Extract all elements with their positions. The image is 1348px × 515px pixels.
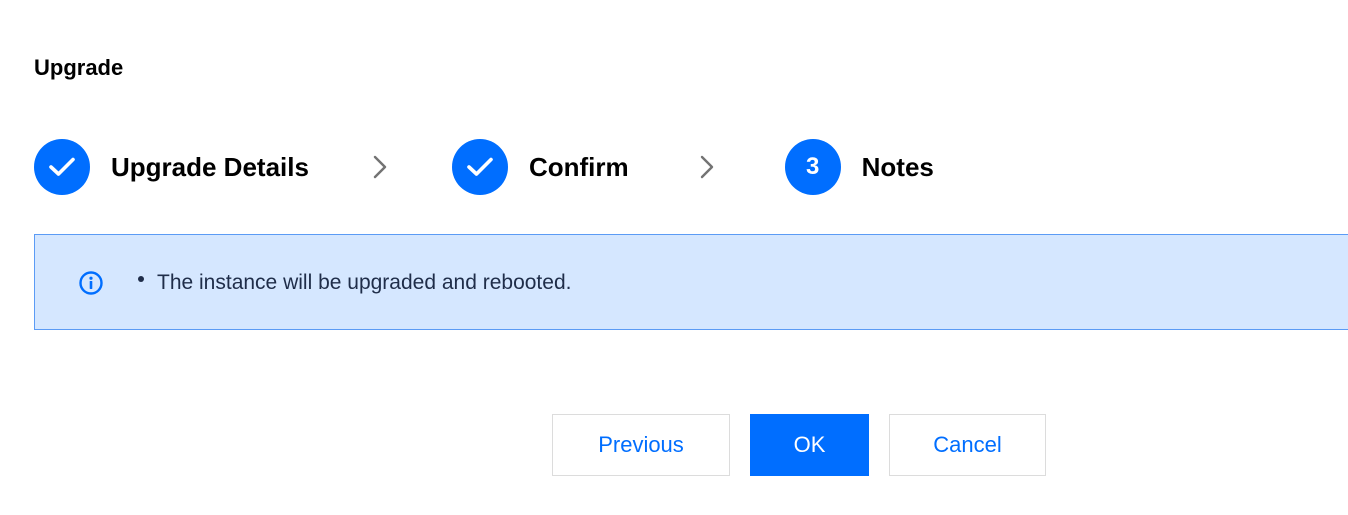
step-2-badge bbox=[451, 139, 508, 195]
step-notes: 3 Notes bbox=[784, 139, 934, 195]
dialog-footer: Previous OK Cancel bbox=[0, 414, 1348, 476]
step-3-badge: 3 bbox=[784, 139, 841, 195]
dialog-title: Upgrade bbox=[34, 55, 124, 80]
ok-button[interactable]: OK bbox=[750, 414, 869, 476]
step-upgrade-details: Upgrade Details bbox=[34, 139, 309, 195]
check-icon bbox=[49, 157, 75, 176]
chevron-right-icon bbox=[309, 155, 452, 179]
previous-button[interactable]: Previous bbox=[552, 414, 730, 476]
steps-progress: Upgrade Details Confirm 3 Notes bbox=[34, 139, 934, 195]
step-label: Upgrade Details bbox=[111, 151, 309, 182]
check-icon bbox=[467, 157, 493, 176]
chevron-right-icon bbox=[629, 155, 785, 179]
bullet-icon bbox=[138, 276, 144, 283]
list-item: The instance will be upgraded and reboot… bbox=[138, 270, 571, 296]
info-icon bbox=[79, 271, 103, 295]
step-confirm: Confirm bbox=[451, 139, 629, 195]
info-alert: The instance will be upgraded and reboot… bbox=[34, 234, 1348, 330]
step-label: Confirm bbox=[528, 151, 629, 182]
cancel-button[interactable]: Cancel bbox=[889, 414, 1046, 476]
alert-list: The instance will be upgraded and reboot… bbox=[138, 270, 571, 296]
step-1-badge bbox=[34, 139, 90, 195]
upgrade-dialog: Upgrade Upgrade Details Confirm 3 Notes … bbox=[0, 0, 1348, 515]
alert-item-text: The instance will be upgraded and reboot… bbox=[157, 271, 572, 294]
step-label: Notes bbox=[861, 151, 934, 182]
